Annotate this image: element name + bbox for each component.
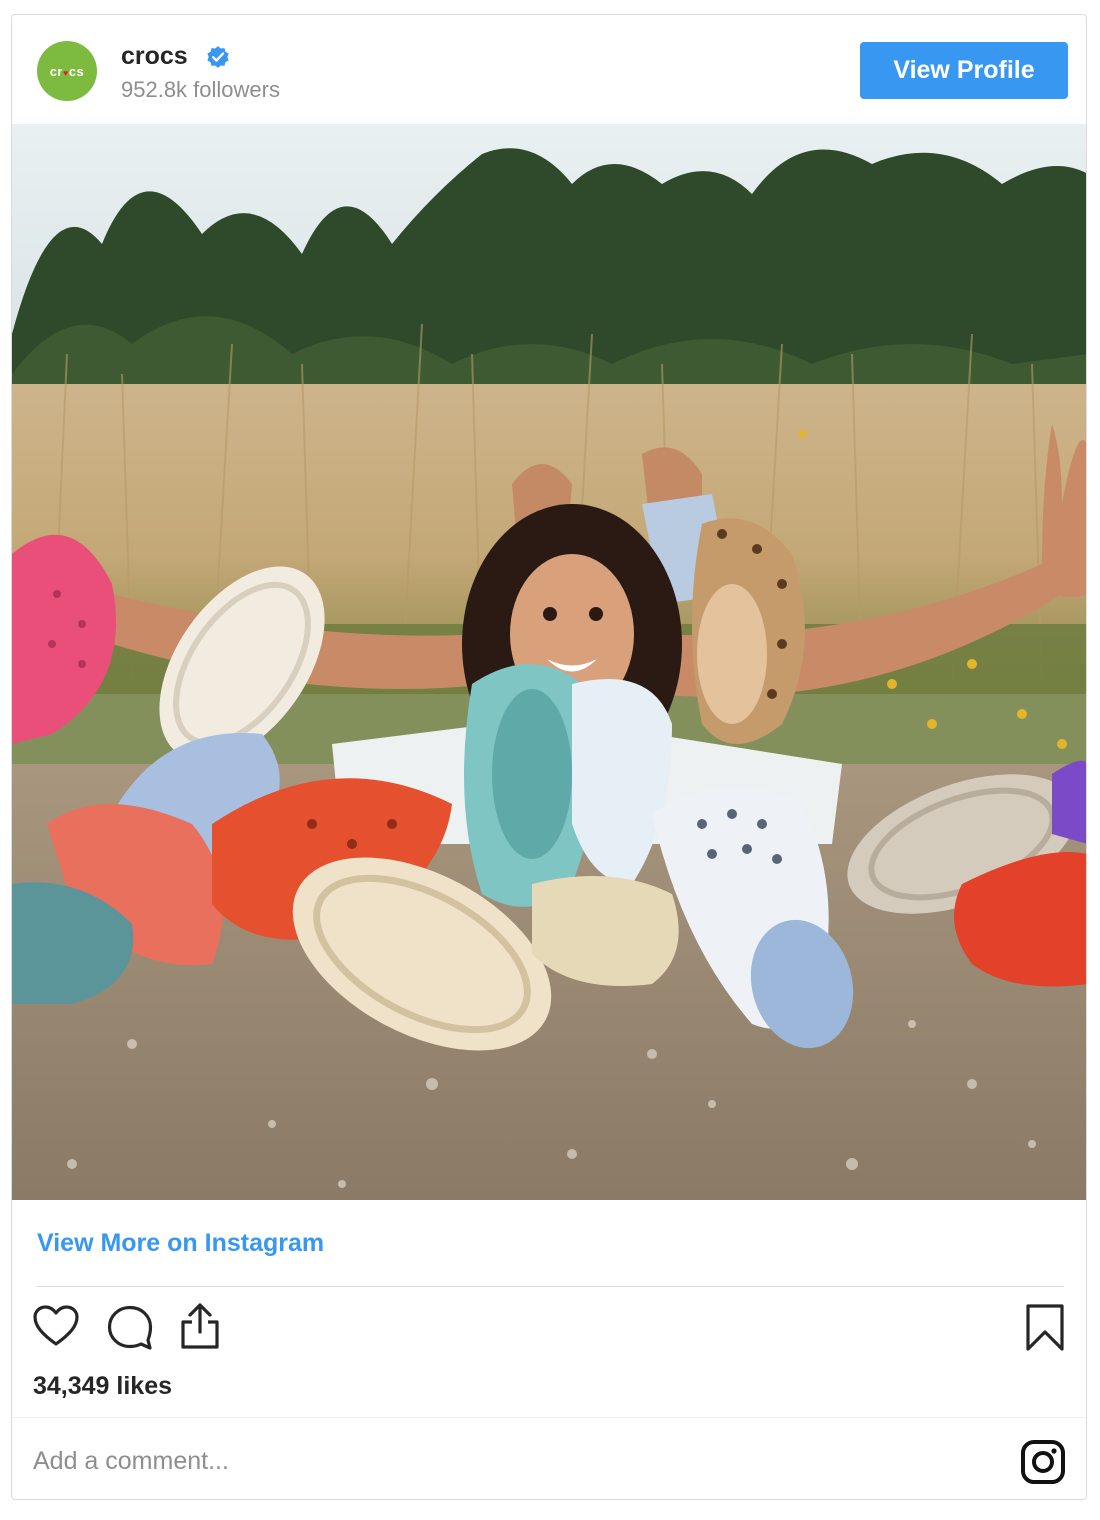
view-more-link[interactable]: View More on Instagram [37, 1229, 324, 1258]
comment-icon[interactable] [106, 1304, 154, 1350]
view-profile-button[interactable]: View Profile [860, 42, 1068, 99]
bookmark-icon[interactable] [1025, 1303, 1065, 1353]
verified-badge-icon [207, 46, 229, 68]
divider [12, 1417, 1086, 1418]
account-name[interactable]: crocs [121, 42, 188, 71]
post-photo-illustration [12, 124, 1086, 1200]
action-bar [12, 1300, 1086, 1360]
divider [36, 1286, 1064, 1287]
instagram-icon[interactable] [1020, 1439, 1066, 1485]
post-header: cr♥cs crocs 952.8k followers View Profil… [12, 15, 1086, 125]
comment-input[interactable] [33, 1447, 933, 1476]
share-icon[interactable] [178, 1302, 222, 1350]
avatar[interactable]: cr♥cs [37, 41, 97, 101]
instagram-embed-card: cr♥cs crocs 952.8k followers View Profil… [11, 14, 1087, 1500]
heart-icon[interactable] [32, 1304, 80, 1348]
avatar-logo-text: cr♥cs [49, 63, 85, 79]
follower-count: 952.8k followers [121, 77, 280, 102]
post-image[interactable] [12, 124, 1086, 1200]
like-count: 34,349 likes [33, 1372, 173, 1400]
